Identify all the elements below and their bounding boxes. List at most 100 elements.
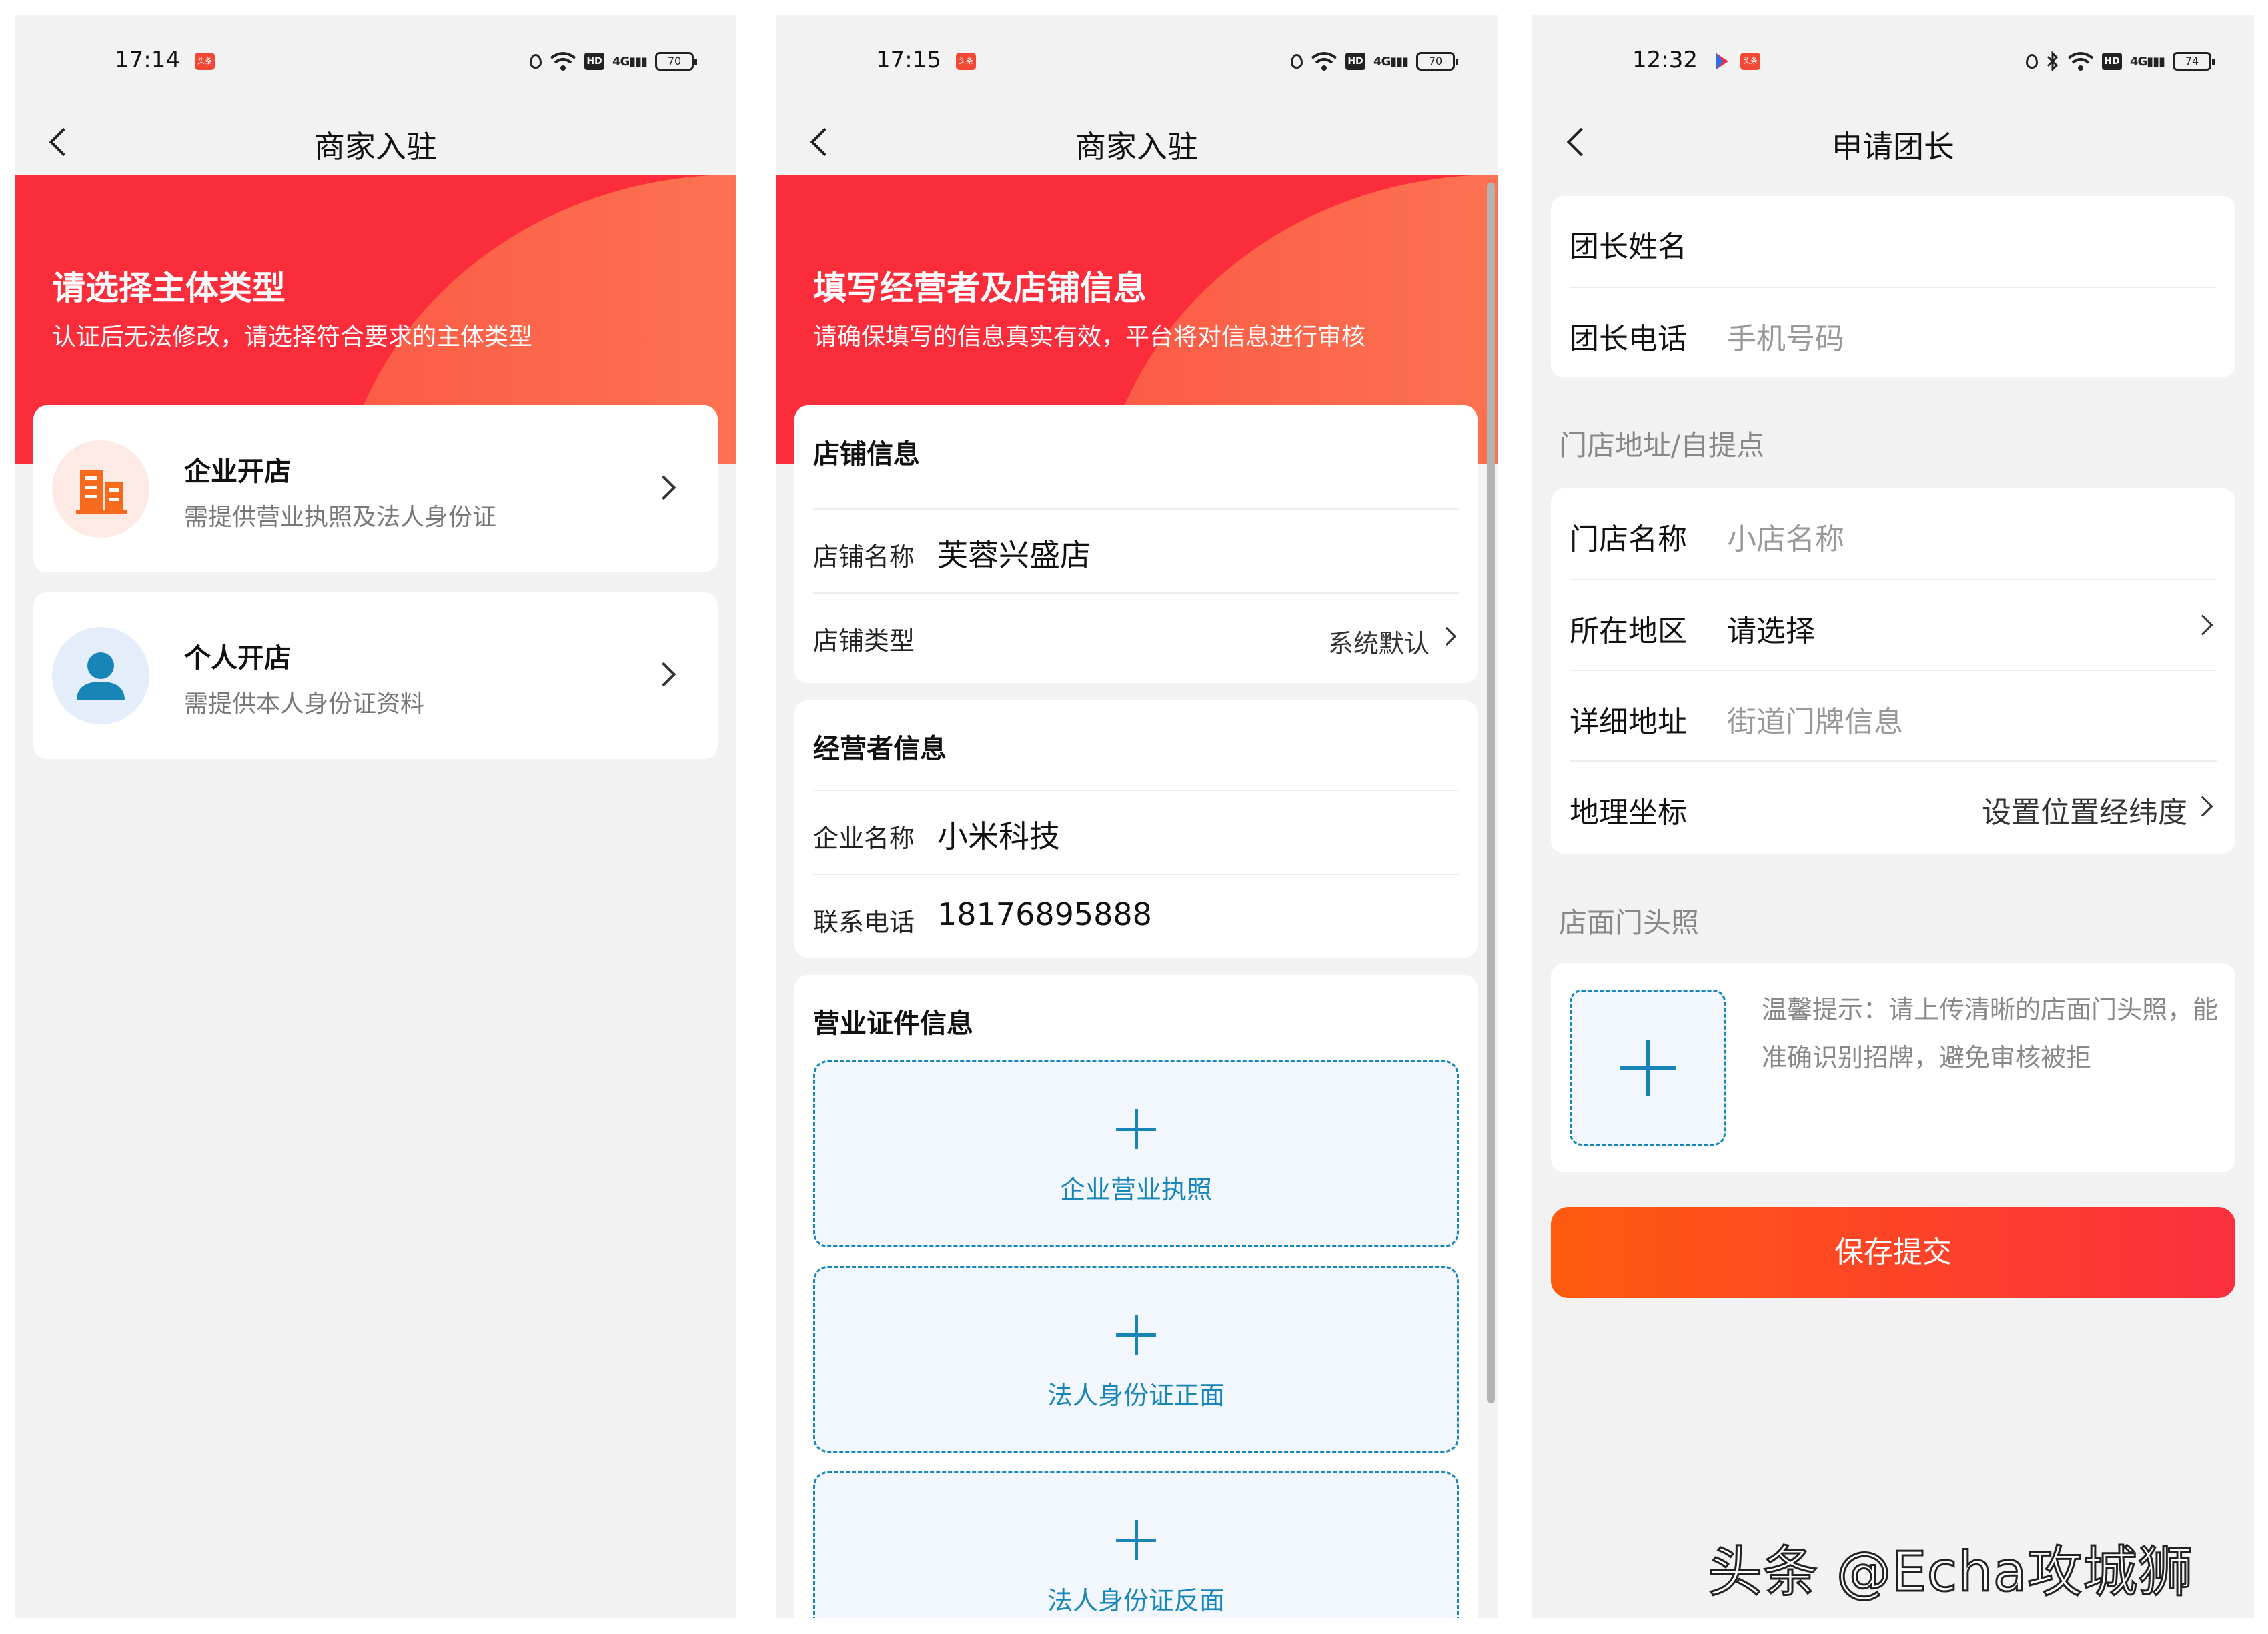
- leader-phone-field[interactable]: 团长电话 手机号码: [1570, 287, 2217, 377]
- leader-phone-input[interactable]: 手机号码: [1727, 315, 1844, 357]
- status-bar: 12:32 头条 HD 4G▮▮▮ 74: [1532, 15, 2254, 88]
- save-submit-button[interactable]: 保存提交: [1551, 1207, 2235, 1298]
- field-label: 地理坐标: [1570, 796, 1687, 830]
- store-type-field[interactable]: 店铺类型 系统默认: [813, 592, 1459, 676]
- plus-icon: [1116, 1315, 1156, 1355]
- status-bar: 17:14 头条 HD 4G▮▮▮ 70: [15, 15, 736, 88]
- chevron-right-icon: [2192, 614, 2213, 636]
- option-title: 企业开店: [184, 456, 291, 487]
- battery-icon: 74: [2173, 52, 2215, 71]
- store-name-value: 芙蓉兴盛店: [937, 537, 1091, 573]
- upload-id-front[interactable]: 法人身份证正面: [813, 1266, 1459, 1453]
- store-type-value: 系统默认: [1327, 629, 1430, 658]
- upload-label: 企业营业执照: [1059, 1175, 1212, 1204]
- field-label: 企业名称: [813, 824, 915, 853]
- screen-apply-leader: 12:32 头条 HD 4G▮▮▮ 74 申请团长 团长姓名 团长电话 手机号码…: [1532, 15, 2254, 1618]
- group-label-address: 门店地址/自提点: [1559, 429, 1765, 462]
- plus-icon: [1116, 1109, 1156, 1149]
- option-enterprise[interactable]: 企业开店 需提供营业执照及法人身份证: [33, 405, 718, 572]
- detail-address-field[interactable]: 详细地址 街道门牌信息: [1570, 670, 2217, 760]
- contact-phone-value: 18176895888: [937, 896, 1152, 932]
- field-label: 团长姓名: [1570, 230, 1687, 264]
- chevron-right-icon: [1437, 626, 1457, 646]
- nav-bar: 商家入驻: [15, 88, 736, 188]
- wifi-icon: [550, 52, 576, 71]
- operator-info-card: 经营者信息 企业名称 小米科技 联系电话 18176895888: [794, 700, 1478, 958]
- field-label: 团长电话: [1570, 322, 1687, 356]
- option-subtitle: 需提供本人身份证资料: [184, 690, 425, 718]
- person-icon: [52, 627, 149, 724]
- wifi-icon: [2067, 52, 2094, 71]
- header-title: 填写经营者及店铺信息: [813, 269, 1147, 307]
- section-title-operator: 经营者信息: [813, 734, 947, 764]
- option-subtitle: 需提供营业执照及法人身份证: [184, 504, 497, 531]
- photo-tip: 温馨提示：请上传清晰的店面门头照，能准确识别招牌，避免审核被拒: [1762, 995, 2219, 1072]
- upload-label: 法人身份证反面: [1047, 1586, 1225, 1615]
- field-label: 店铺类型: [813, 626, 915, 656]
- section-title-store: 店铺信息: [813, 439, 920, 470]
- store-name-input[interactable]: 小店名称: [1727, 515, 1844, 558]
- upload-id-back[interactable]: 法人身份证反面: [813, 1471, 1459, 1618]
- chevron-right-icon: [651, 475, 676, 500]
- app-notification-icon: [1716, 53, 1728, 69]
- battery-icon: 70: [1416, 52, 1458, 71]
- page-title: 申请团长: [1832, 129, 1954, 165]
- page-title: 商家入驻: [314, 129, 437, 165]
- hd-icon: HD: [584, 53, 604, 70]
- group-label-photo: 店面门头照: [1559, 906, 1700, 939]
- leader-name-field[interactable]: 团长姓名: [1570, 196, 2217, 287]
- header-subtitle: 认证后无法修改，请选择符合要求的主体类型: [52, 323, 533, 351]
- detail-address-input[interactable]: 街道门牌信息: [1727, 698, 1903, 740]
- wifi-icon: [1311, 52, 1337, 71]
- upload-storefront-photo[interactable]: [1570, 990, 1726, 1146]
- bluetooth-icon: [2047, 51, 2059, 71]
- page-title: 商家入驻: [1075, 129, 1198, 165]
- building-icon: [52, 440, 149, 538]
- store-name-field[interactable]: 店铺名称 芙蓉兴盛店: [813, 508, 1459, 592]
- scrollbar[interactable]: [1487, 183, 1495, 1403]
- data-saver-icon: [529, 54, 542, 69]
- region-field[interactable]: 所在地区 请选择: [1570, 579, 2217, 670]
- screen-merchant-info: 17:15 头条 HD 4G▮▮▮ 70 商家入驻 填写经营者及店铺信息 请确保…: [776, 15, 1498, 1618]
- data-saver-icon: [1290, 54, 1303, 69]
- company-name-value: 小米科技: [937, 818, 1060, 854]
- toutiao-notification-icon: 头条: [195, 53, 215, 70]
- toutiao-notification-icon: 头条: [956, 53, 976, 70]
- status-bar: 17:15 头条 HD 4G▮▮▮ 70: [776, 15, 1498, 88]
- field-label: 门店名称: [1570, 522, 1687, 556]
- toutiao-notification-icon: 头条: [1740, 53, 1760, 70]
- option-individual[interactable]: 个人开店 需提供本人身份证资料: [33, 592, 718, 759]
- company-name-field[interactable]: 企业名称 小米科技: [813, 790, 1459, 874]
- field-label: 所在地区: [1570, 614, 1687, 648]
- contact-phone-field[interactable]: 联系电话 18176895888: [813, 874, 1459, 958]
- field-label: 详细地址: [1570, 705, 1687, 739]
- photo-card: 温馨提示：请上传清晰的店面门头照，能准确识别招牌，避免审核被拒: [1551, 963, 2235, 1172]
- screen-merchant-type: 17:14 头条 HD 4G▮▮▮ 70 商家入驻 请选择主体类型 认证后无法修…: [15, 15, 736, 1618]
- status-time: 17:14: [115, 47, 180, 73]
- option-title: 个人开店: [184, 643, 291, 674]
- plus-icon: [1620, 1040, 1676, 1096]
- nav-bar: 申请团长: [1532, 88, 2254, 188]
- license-info-card: 营业证件信息 企业营业执照 法人身份证正面 法人身份证反面: [794, 975, 1478, 1618]
- nav-bar: 商家入驻: [776, 88, 1498, 188]
- leader-info-card: 团长姓名 团长电话 手机号码: [1551, 196, 2235, 377]
- region-value: 请选择: [1727, 614, 1815, 648]
- data-saver-icon: [2025, 54, 2038, 69]
- battery-icon: 70: [655, 52, 697, 71]
- address-card: 门店名称 小店名称 所在地区 请选择 详细地址 街道门牌信息 地理坐标 设置位置…: [1551, 488, 2235, 854]
- coordinate-field[interactable]: 地理坐标 设置位置经纬度: [1570, 760, 2217, 851]
- status-time: 17:15: [876, 47, 941, 73]
- field-label: 联系电话: [813, 908, 915, 937]
- chevron-right-icon: [2192, 796, 2213, 817]
- upload-business-license[interactable]: 企业营业执照: [813, 1060, 1459, 1247]
- header-title: 请选择主体类型: [52, 269, 286, 307]
- status-time: 12:32: [1632, 47, 1698, 73]
- signal-4g-icon: 4G▮▮▮: [2129, 54, 2165, 69]
- chevron-right-icon: [651, 662, 676, 687]
- store-name-field[interactable]: 门店名称 小店名称: [1570, 488, 2217, 579]
- coordinate-value: 设置位置经纬度: [1982, 796, 2187, 830]
- section-title-license: 营业证件信息: [813, 1008, 973, 1039]
- upload-label: 法人身份证正面: [1047, 1381, 1225, 1410]
- plus-icon: [1116, 1520, 1156, 1560]
- store-info-card: 店铺信息 店铺名称 芙蓉兴盛店 店铺类型 系统默认: [794, 405, 1478, 683]
